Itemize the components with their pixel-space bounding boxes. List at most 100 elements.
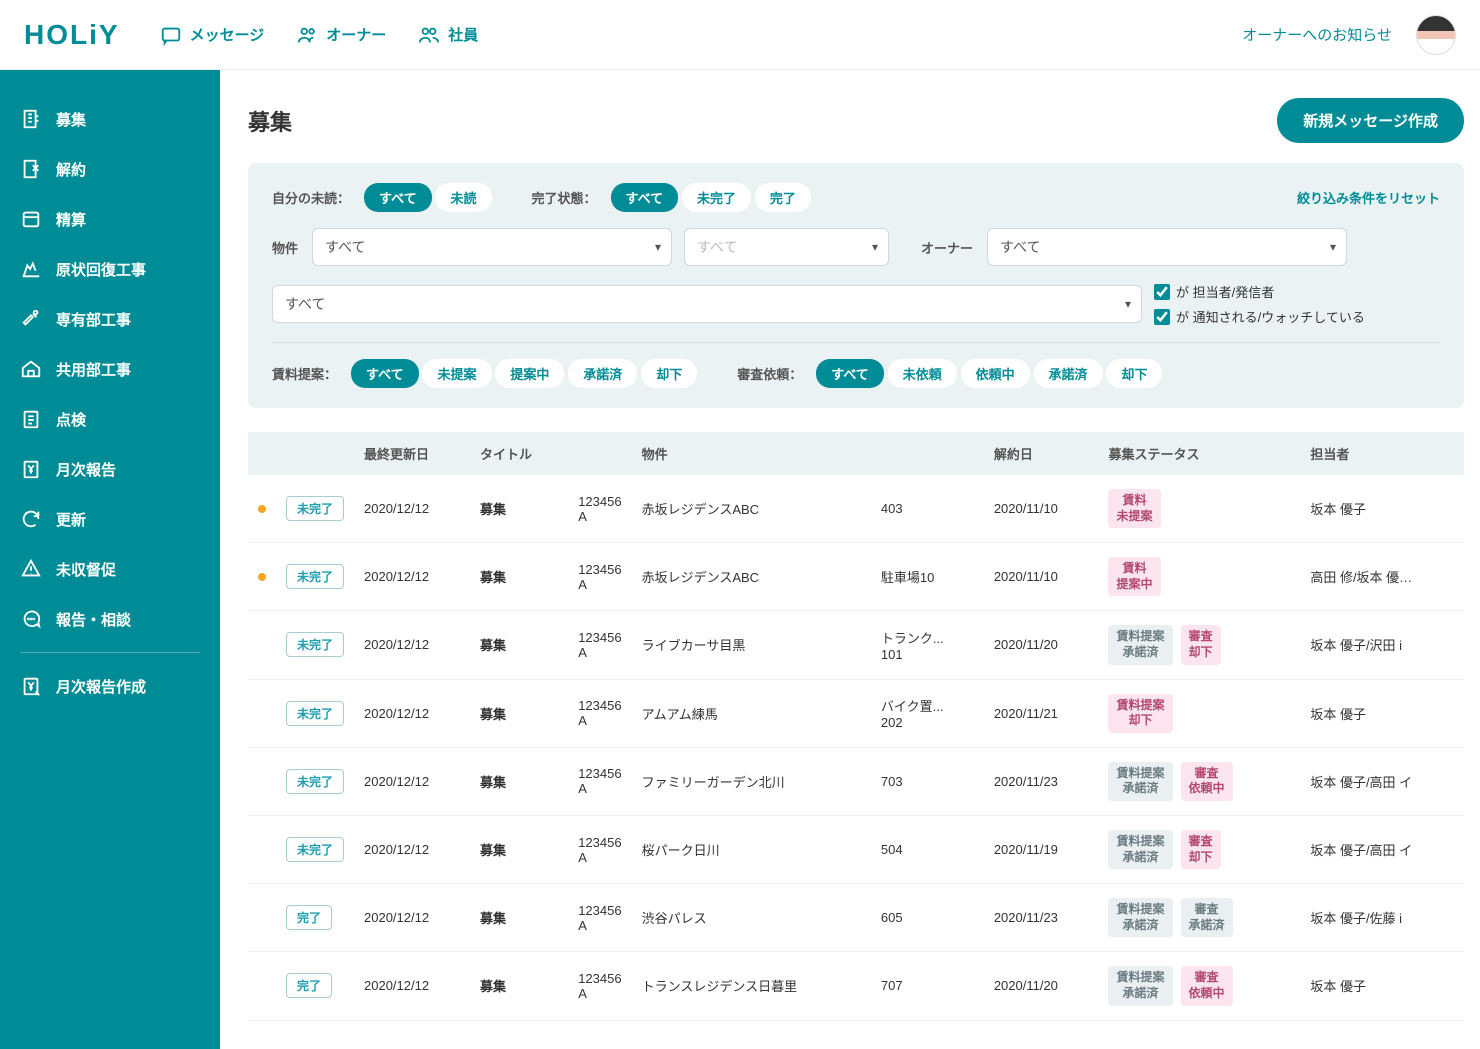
monthly-icon — [20, 458, 42, 480]
sidebar-item-recruit[interactable]: 募集 — [0, 94, 220, 144]
column-header — [871, 432, 984, 475]
status-badge: 完了 — [286, 973, 332, 998]
pill-review-承諾済[interactable]: 承諾済 — [1034, 359, 1103, 388]
recruit-status-tag: 審査依頼中 — [1181, 966, 1233, 1005]
table-row[interactable]: 完了2020/12/12募集123456Aトランスレジデンス日暮里7072020… — [248, 952, 1464, 1020]
topnav-staff[interactable]: 社員 — [418, 24, 478, 46]
new-message-button[interactable]: 新規メッセージ作成 — [1277, 98, 1464, 143]
cell: 2020/11/20 — [984, 611, 1099, 679]
table-row[interactable]: 未完了2020/12/12募集123456A赤坂レジデンスABC4032020/… — [248, 475, 1464, 543]
status-badge: 未完了 — [286, 496, 344, 521]
pill-rent-すべて[interactable]: すべて — [351, 359, 419, 388]
cell: 123456A — [568, 611, 631, 679]
pill-complete-すべて[interactable]: すべて — [611, 183, 679, 212]
checkbox-watching[interactable]: が 通知される/ウォッチしている — [1154, 307, 1365, 326]
sidebar-item-dunning[interactable]: 未収督促 — [0, 544, 220, 594]
table-row[interactable]: 未完了2020/12/12募集123456Aファミリーガーデン北川7032020… — [248, 747, 1464, 815]
sidebar-item-label: 更新 — [56, 509, 86, 530]
cell: 123456A — [568, 747, 631, 815]
cell: 未完了 — [276, 611, 354, 679]
cell — [248, 543, 276, 611]
cell — [248, 815, 276, 883]
cell: 募集 — [470, 952, 568, 1020]
avatar[interactable] — [1416, 15, 1456, 55]
status-badge: 未完了 — [286, 769, 344, 794]
table-row[interactable]: 完了2020/12/12募集123456A渋谷パレス6052020/11/23賃… — [248, 884, 1464, 952]
pill-rent-提案中[interactable]: 提案中 — [495, 359, 564, 388]
person-select[interactable]: すべて — [272, 285, 1142, 323]
column-header: タイトル — [470, 432, 568, 475]
sidebar-item-settle[interactable]: 精算 — [0, 194, 220, 244]
pill-review-却下[interactable]: 却下 — [1106, 359, 1162, 388]
property-select[interactable]: すべて — [312, 228, 672, 266]
topnav-owner[interactable]: オーナー — [296, 24, 386, 46]
pill-rent-承諾済[interactable]: 承諾済 — [568, 359, 637, 388]
inspect-icon — [20, 408, 42, 430]
recruit-status-tag: 審査依頼中 — [1181, 762, 1233, 801]
cell: 123456A — [568, 475, 631, 543]
column-header — [568, 432, 631, 475]
checkbox-watching-input[interactable] — [1154, 309, 1170, 325]
status-badge: 未完了 — [286, 837, 344, 862]
monthly-create-icon — [20, 675, 42, 697]
sidebar-item-inspect[interactable]: 点検 — [0, 394, 220, 444]
pill-rent-未提案[interactable]: 未提案 — [422, 359, 491, 388]
pill-complete-未完了[interactable]: 未完了 — [682, 183, 751, 212]
cell: 2020/11/10 — [984, 475, 1099, 543]
cell: 2020/11/23 — [984, 884, 1099, 952]
table-row[interactable]: 未完了2020/12/12募集123456Aアムアム練馬バイク置...20220… — [248, 679, 1464, 747]
reset-filters-link[interactable]: 絞り込み条件をリセット — [1297, 188, 1440, 207]
sidebar-item-restore[interactable]: 原状回復工事 — [0, 244, 220, 294]
owner-select[interactable]: すべて — [987, 228, 1347, 266]
sidebar-item-consult[interactable]: 報告・相談 — [0, 594, 220, 644]
topbar: HOLiY メッセージオーナー社員 オーナーへのお知らせ — [0, 0, 1480, 70]
checkbox-assignee-input[interactable] — [1154, 284, 1170, 300]
pill-rent-却下[interactable]: 却下 — [641, 359, 697, 388]
sidebar-item-label: 報告・相談 — [56, 609, 131, 630]
cell: 賃料未提案 — [1098, 475, 1300, 543]
complete-filter-label: 完了状態： — [532, 188, 597, 207]
table-row[interactable]: 未完了2020/12/12募集123456Aライブカーサ目黒トランク...101… — [248, 611, 1464, 679]
topnav-message[interactable]: メッセージ — [160, 24, 265, 46]
property-sub-select[interactable]: すべて — [684, 228, 889, 266]
sidebar-item-shared[interactable]: 共用部工事 — [0, 344, 220, 394]
sidebar-item-label: 点検 — [56, 409, 86, 430]
cell — [248, 679, 276, 747]
pill-unread-すべて[interactable]: すべて — [364, 183, 432, 212]
sidebar-item-exclusive[interactable]: 専有部工事 — [0, 294, 220, 344]
review-filter-label: 審査依頼： — [737, 364, 802, 383]
pill-review-依頼中[interactable]: 依頼中 — [961, 359, 1030, 388]
table-row[interactable]: 未完了2020/12/12募集123456A赤坂レジデンスABC駐車場10202… — [248, 543, 1464, 611]
recruit-status-tag: 審査承諾済 — [1181, 898, 1233, 937]
property-filter-label: 物件 — [272, 238, 298, 257]
cell: バイク置...202 — [871, 679, 984, 747]
cell: 2020/12/12 — [354, 747, 470, 815]
cell: 募集 — [470, 543, 568, 611]
owner-notice-link[interactable]: オーナーへのお知らせ — [1242, 24, 1392, 45]
cell: 2020/11/20 — [984, 952, 1099, 1020]
pill-review-すべて[interactable]: すべて — [816, 359, 884, 388]
dunning-icon — [20, 558, 42, 580]
pill-complete-完了[interactable]: 完了 — [755, 183, 811, 212]
top-actions: オーナーへのお知らせ — [1242, 15, 1456, 55]
sidebar-item-monthly-create[interactable]: 月次報告作成 — [0, 661, 220, 711]
pill-review-未依頼[interactable]: 未依頼 — [888, 359, 957, 388]
cell: トランスレジデンス日暮里 — [632, 952, 871, 1020]
sidebar-item-update[interactable]: 更新 — [0, 494, 220, 544]
pill-unread-未読[interactable]: 未読 — [435, 183, 491, 212]
topnav-label: オーナー — [326, 24, 386, 45]
cell: 坂本 優子/佐藤 i — [1300, 884, 1464, 952]
table-row[interactable]: 未完了2020/12/12募集123456A桜パーク日川5042020/11/1… — [248, 815, 1464, 883]
column-header: 募集ステータス — [1098, 432, 1300, 475]
cell: 2020/12/12 — [354, 952, 470, 1020]
column-header: 最終更新日 — [354, 432, 470, 475]
checkbox-assignee[interactable]: が 担当者/発信者 — [1154, 282, 1365, 301]
cell: 2020/11/23 — [984, 747, 1099, 815]
cell: 2020/11/19 — [984, 815, 1099, 883]
cell: 募集 — [470, 747, 568, 815]
cell: 募集 — [470, 884, 568, 952]
sidebar-item-cancel[interactable]: 解約 — [0, 144, 220, 194]
cell: 坂本 優子/沢田 i — [1300, 611, 1464, 679]
sidebar-item-monthly[interactable]: 月次報告 — [0, 444, 220, 494]
recruit-status-tag: 賃料提案却下 — [1108, 694, 1172, 733]
